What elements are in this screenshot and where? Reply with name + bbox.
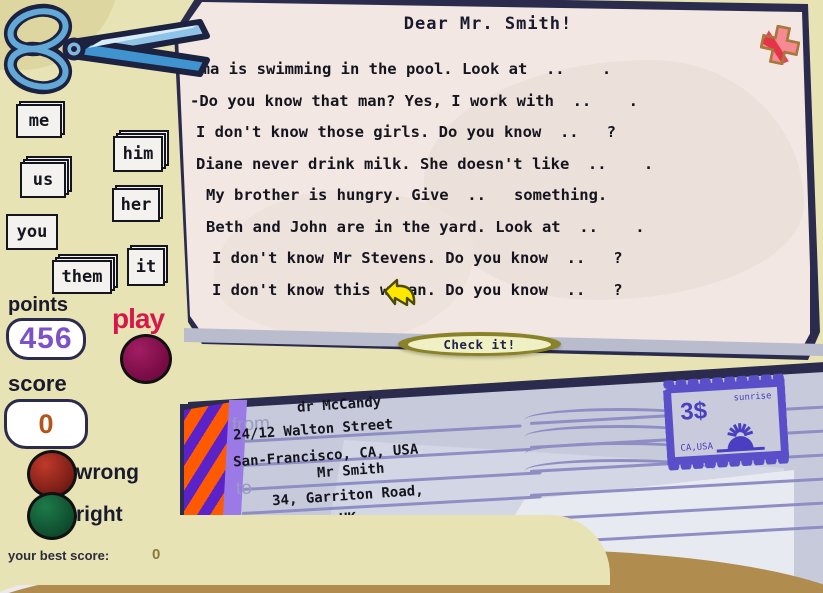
tile-label: her [120, 195, 152, 215]
letter-line[interactable]: I don't know Mr Stevens. Do you know .. … [168, 243, 808, 275]
tile-face: me [16, 104, 62, 138]
word-tile-you[interactable]: you [6, 214, 62, 254]
tile-face: him [113, 136, 163, 172]
check-it-button-inner: Check it! [408, 335, 551, 353]
word-tile-him[interactable]: him [113, 130, 169, 176]
tile-face: them [52, 260, 112, 294]
stamp-title: sunrise [733, 391, 772, 404]
game-stage: Dear Mr. Smith! Emma is swimming in the … [0, 0, 823, 593]
tile-label: you [16, 222, 48, 242]
tile-label: me [28, 111, 50, 131]
tile-label: it [135, 257, 157, 277]
scissors-icon [2, 0, 222, 98]
stamp-face: 3$ sunrise CA,USA [671, 386, 781, 458]
best-score-label: your best score: [8, 548, 110, 563]
score-label: score [8, 371, 67, 396]
wrong-indicator-lamp [27, 450, 77, 498]
points-label: points [8, 294, 68, 316]
word-tile-it[interactable]: it [127, 245, 169, 290]
letter-panel: Dear Mr. Smith! Emma is swimming in the … [168, 0, 823, 382]
word-tile-us[interactable]: us [20, 156, 72, 202]
play-button[interactable] [120, 334, 172, 384]
letter-line[interactable]: I don't know those girls. Do you know ..… [168, 117, 808, 149]
check-it-label: Check it! [443, 336, 516, 352]
letter-exercise-lines: Emma is swimming in the pool. Look at ..… [168, 54, 808, 306]
sunrise-icon [713, 414, 767, 453]
tile-face: you [6, 214, 58, 250]
word-tile-them[interactable]: them [52, 254, 118, 298]
right-label: right [76, 503, 123, 526]
tile-face: us [20, 162, 66, 198]
letter-line[interactable]: I don't know this woman. Do you know .. … [168, 275, 808, 307]
tile-face: her [112, 188, 160, 222]
play-label: play [112, 303, 165, 334]
to-label: to [235, 477, 253, 500]
right-indicator-lamp [27, 492, 77, 540]
points-display: 456 [6, 318, 86, 360]
tile-label: him [122, 144, 154, 164]
points-value: 456 [19, 322, 73, 355]
word-tile-her[interactable]: her [112, 185, 164, 226]
tile-label: them [61, 267, 103, 287]
stamp-country: CA,USA [680, 441, 714, 454]
letter-line[interactable]: Diane never drink milk. She doesn't like… [168, 149, 808, 181]
score-value: 0 [38, 408, 54, 439]
best-score-value: 0 [152, 546, 161, 563]
letter-heading: Dear Mr. Smith! [403, 14, 573, 34]
stamp-value: 3$ [679, 397, 708, 426]
tile-face: it [127, 248, 165, 286]
letter-line[interactable]: -Do you know that man? Yes, I work with … [168, 86, 808, 118]
check-it-button[interactable]: Check it! [398, 332, 561, 356]
score-display: 0 [4, 399, 88, 449]
tile-label: us [32, 170, 54, 190]
postage-stamp: 3$ sunrise CA,USA [662, 373, 790, 471]
letter-line[interactable]: Beth and John are in the yard. Look at .… [168, 212, 808, 244]
letter-line[interactable]: Emma is swimming in the pool. Look at ..… [168, 54, 808, 86]
wrong-label: wrong [76, 461, 139, 484]
letter-line[interactable]: My brother is hungry. Give .. something. [168, 180, 808, 212]
word-tile-me[interactable]: me [16, 101, 66, 142]
close-x-icon[interactable] [759, 24, 801, 66]
